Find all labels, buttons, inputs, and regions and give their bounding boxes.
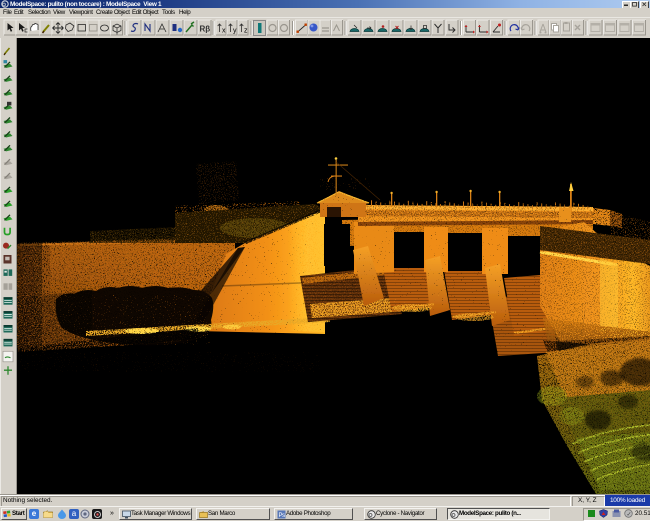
svg-text:✓: ✓ xyxy=(627,512,632,518)
svg-text:Rβ: Rβ xyxy=(200,25,211,34)
svg-text:z: z xyxy=(244,28,248,35)
svg-text:Ps: Ps xyxy=(279,513,286,519)
svg-text:x: x xyxy=(222,28,226,35)
svg-text:y: y xyxy=(233,28,237,35)
